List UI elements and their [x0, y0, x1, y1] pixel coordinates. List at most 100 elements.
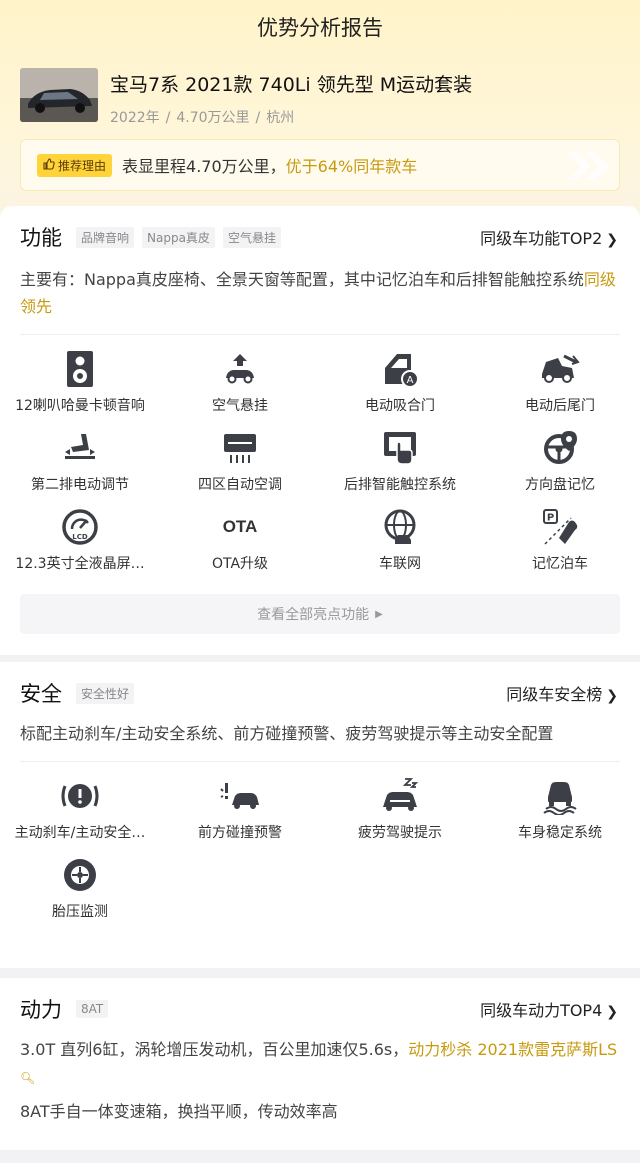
safety-item[interactable]: 主动刹车/主动安全…: [0, 776, 160, 855]
chevron-right-icon: ❯: [606, 1004, 618, 1020]
car-year: 2022年: [110, 110, 160, 126]
features-tag: 品牌音响: [76, 226, 135, 248]
features-card: 功能 品牌音响 Nappa真皮 空气悬挂 同级车功能TOP2 ❯ 主要有：Napp…: [0, 206, 640, 655]
svg-text:A: A: [407, 375, 414, 386]
feature-label: 12.3英寸全液晶屏…: [15, 556, 145, 572]
reason-highlight: 优于64%同年款车: [285, 157, 418, 176]
svg-text:LCD: LCD: [72, 533, 88, 541]
safety-title: 安全: [20, 682, 62, 706]
lcd-gauge-icon: LCD: [58, 507, 102, 547]
meta-separator: /: [255, 110, 261, 126]
car-meta: 2022年 / 4.70万公里 / 杭州: [110, 107, 472, 127]
steering-memory-icon: [538, 428, 582, 468]
safety-item[interactable]: 胎压监测: [0, 855, 160, 934]
features-title: 功能: [20, 226, 62, 250]
feature-label: 方向盘记忆: [525, 477, 595, 493]
feature-label: 空气悬挂: [212, 398, 268, 414]
report-header: 优势分析报告 宝马7系 2021款 740Li 领先型 M运动套装 2022年 /…: [0, 0, 640, 230]
safety-grid: 主动刹车/主动安全… 前方碰撞预警 疲劳驾驶提示 车身稳定系统 胎压监测: [0, 776, 640, 934]
power-seat-icon: [58, 428, 102, 468]
feature-label: 后排智能触控系统: [344, 477, 456, 493]
feature-item[interactable]: 四区自动空调: [160, 428, 320, 507]
car-thumbnail: [20, 68, 98, 122]
feature-label: 第二排电动调节: [31, 477, 129, 493]
chevron-right-icon: ❯: [606, 688, 618, 704]
power-description: 3.0T 直列6缸，涡轮增压发动机，百公里加速仅5.6s，动力秒杀 2021款雷…: [20, 1036, 620, 1092]
feature-label: 记忆泊车: [532, 556, 588, 572]
page-title: 优势分析报告: [257, 16, 383, 40]
memory-parking-icon: P: [538, 507, 582, 547]
safety-item[interactable]: 疲劳驾驶提示: [320, 776, 480, 855]
touch-control-icon: [378, 428, 422, 468]
power-card: 动力 8AT 同级车动力TOP4 ❯ 3.0T 直列6缸，涡轮增压发动机，百公里加…: [0, 978, 640, 1150]
feature-item[interactable]: A 电动吸合门: [320, 349, 480, 428]
search-icon[interactable]: 🔍︎: [20, 1071, 35, 1085]
chevron-right-icon: ❯: [606, 232, 618, 248]
reason-badge-label: 推荐理由: [58, 158, 107, 173]
features-grid: 12喇叭哈曼卡顿音响 空气悬挂 A 电动吸合门 电动后尾门 第二排电动调节 四区…: [0, 349, 640, 586]
feature-item[interactable]: 12喇叭哈曼卡顿音响: [0, 349, 160, 428]
safety-rank-link[interactable]: 同级车安全榜 ❯: [506, 681, 618, 705]
ota-icon: OTA: [218, 507, 262, 547]
feature-label: 四区自动空调: [198, 477, 282, 493]
ota-glyph: OTA: [222, 517, 258, 536]
features-tag: Nappa真皮: [142, 226, 215, 248]
tire-pressure-icon: [58, 855, 102, 895]
safety-label: 前方碰撞预警: [198, 825, 282, 841]
divider: [20, 334, 620, 335]
feature-item[interactable]: 空气悬挂: [160, 349, 320, 428]
feature-label: 电动后尾门: [525, 398, 595, 414]
power-tag: 8AT: [76, 1000, 109, 1018]
safety-label: 疲劳驾驶提示: [358, 825, 442, 841]
speaker-icon: [58, 349, 102, 389]
feature-item[interactable]: OTA OTA升级: [160, 507, 320, 586]
feature-item[interactable]: P 记忆泊车: [480, 507, 640, 586]
air-suspension-icon: [218, 349, 262, 389]
view-all-label: 查看全部亮点功能: [257, 607, 370, 623]
safety-label: 车身稳定系统: [518, 825, 602, 841]
feature-item[interactable]: 车联网: [320, 507, 480, 586]
features-rank-link[interactable]: 同级车功能TOP2 ❯: [480, 225, 618, 249]
car-name: 宝马7系 2021款 740Li 领先型 M运动套装: [110, 74, 473, 96]
power-desc-text: 3.0T 直列6缸，涡轮增压发动机，百公里加速仅5.6s，: [20, 1040, 409, 1059]
safety-description: 标配主动刹车/主动安全系统、前方碰撞预警、疲劳驾驶提示等主动安全配置: [20, 724, 554, 743]
feature-item[interactable]: 后排智能触控系统: [320, 428, 480, 507]
car-summary[interactable]: 宝马7系 2021款 740Li 领先型 M运动套装 2022年 / 4.70万公里…: [20, 68, 472, 127]
feature-item[interactable]: 方向盘记忆: [480, 428, 640, 507]
feature-item[interactable]: LCD 12.3英寸全液晶屏…: [0, 507, 160, 586]
safety-tag: 安全性好: [76, 682, 135, 704]
safety-card: 安全 安全性好 同级车安全榜 ❯ 标配主动刹车/主动安全系统、前方碰撞预警、疲劳驾…: [0, 662, 640, 968]
soft-close-door-icon: A: [378, 349, 422, 389]
power-compare-link[interactable]: 动力秒杀 2021款雷克萨斯LS: [408, 1040, 617, 1059]
thumbs-up-icon: [43, 157, 55, 173]
connected-car-icon: [378, 507, 422, 547]
features-description: 主要有：Nappa真皮座椅、全景天窗等配置，其中记忆泊车和后排智能触控系统同级领…: [20, 266, 620, 320]
features-tag: 空气悬挂: [222, 226, 281, 248]
double-chevron-icon: [561, 150, 613, 186]
stability-icon: [538, 776, 582, 816]
divider: [20, 761, 620, 762]
feature-item[interactable]: 第二排电动调节: [0, 428, 160, 507]
collision-warning-icon: [218, 776, 262, 816]
reason-text-prefix: 表显里程4.70万公里，: [122, 157, 286, 176]
meta-separator: /: [165, 110, 171, 126]
svg-text:P: P: [547, 513, 554, 524]
reason-badge: 推荐理由: [37, 153, 113, 177]
power-rank-label: 同级车动力TOP4: [480, 1001, 603, 1020]
feature-label: 电动吸合门: [365, 398, 435, 414]
car-mileage: 4.70万公里: [176, 110, 250, 126]
power-description-2: 8AT手自一体变速箱，换挡平顺，传动效率高: [20, 1102, 338, 1121]
safety-item[interactable]: 车身稳定系统: [480, 776, 640, 855]
feature-label: 车联网: [379, 556, 421, 572]
safety-label: 主动刹车/主动安全…: [14, 825, 146, 841]
reason-text: 表显里程4.70万公里，优于64%同年款车: [122, 153, 417, 177]
recommend-reason: 推荐理由 表显里程4.70万公里，优于64%同年款车: [20, 139, 620, 191]
car-city: 杭州: [266, 110, 295, 126]
power-rank-link[interactable]: 同级车动力TOP4 ❯: [480, 997, 618, 1021]
power-tailgate-icon: [538, 349, 582, 389]
safety-item[interactable]: 前方碰撞预警: [160, 776, 320, 855]
view-all-features-button[interactable]: 查看全部亮点功能 ▶: [20, 594, 620, 634]
power-title: 动力: [20, 998, 62, 1022]
feature-label: OTA升级: [211, 556, 269, 572]
feature-item[interactable]: 电动后尾门: [480, 349, 640, 428]
